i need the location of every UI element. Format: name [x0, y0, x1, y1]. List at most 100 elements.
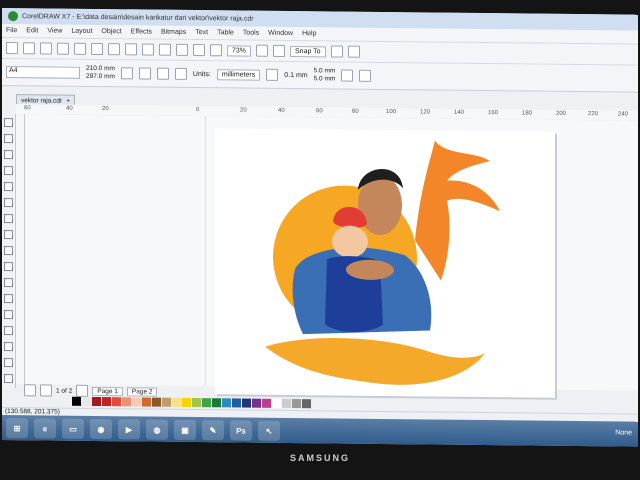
palette-swatch[interactable] [292, 399, 302, 409]
palette-swatch[interactable] [72, 396, 82, 406]
interactive-fill-tool-icon[interactable] [4, 358, 13, 368]
menu-file[interactable]: File [6, 27, 17, 34]
import-icon[interactable] [176, 43, 188, 56]
portrait-icon[interactable] [120, 67, 133, 80]
next-page-icon[interactable] [76, 384, 89, 397]
options-icon[interactable] [330, 45, 343, 58]
transparency-tool-icon[interactable] [4, 326, 13, 336]
save-icon[interactable] [40, 42, 52, 55]
palette-swatch[interactable] [212, 398, 222, 408]
menu-window[interactable]: Window [268, 30, 293, 37]
artistic-media-tool-icon[interactable] [4, 198, 13, 208]
snap-to-dropdown[interactable]: Snap To [290, 45, 326, 57]
palette-swatch[interactable] [202, 398, 212, 408]
crop-tool-icon[interactable] [4, 150, 13, 160]
cut-icon[interactable] [74, 42, 86, 55]
file-explorer-icon[interactable]: ▭ [62, 418, 84, 439]
text-tool-icon[interactable] [4, 262, 13, 272]
menu-edit[interactable]: Edit [26, 27, 38, 34]
palette-swatch[interactable] [132, 397, 142, 407]
duplicate-y-field[interactable]: 5.0 mm [314, 75, 336, 83]
pick-tool-icon[interactable] [4, 118, 13, 128]
add-tab-icon[interactable]: + [66, 97, 70, 104]
page-tab-1[interactable]: Page 1 [92, 386, 123, 396]
menu-view[interactable]: View [47, 27, 62, 34]
palette-swatch[interactable] [262, 398, 272, 408]
view-mode-icon[interactable] [273, 44, 286, 57]
shape-tool-icon[interactable] [4, 134, 13, 144]
palette-swatch[interactable] [102, 397, 112, 407]
chrome-icon[interactable]: ◉ [90, 418, 112, 440]
pointer-app-icon[interactable]: ↖ [258, 420, 280, 441]
internet-explorer-icon[interactable]: e [34, 418, 56, 439]
undo-icon[interactable] [125, 43, 137, 56]
palette-swatch[interactable] [232, 398, 242, 408]
palette-swatch[interactable] [82, 396, 92, 406]
page-tab-2[interactable]: Page 2 [126, 386, 158, 397]
paste-icon[interactable] [108, 43, 120, 56]
export-icon[interactable] [193, 44, 205, 57]
smart-fill-tool-icon[interactable] [4, 374, 13, 384]
menu-object[interactable]: Object [101, 28, 121, 35]
first-page-icon[interactable] [24, 384, 36, 397]
units-select[interactable]: millimeters [216, 68, 261, 81]
palette-swatch[interactable] [92, 396, 102, 407]
connector-tool-icon[interactable] [4, 294, 13, 304]
eyedropper-tool-icon[interactable] [4, 342, 13, 352]
ellipse-tool-icon[interactable] [4, 230, 13, 240]
palette-swatch[interactable] [302, 399, 312, 409]
menu-layout[interactable]: Layout [71, 28, 92, 35]
page-height-field[interactable]: 297.0 mm [86, 73, 115, 81]
palette-swatch[interactable] [272, 398, 282, 408]
menu-table[interactable]: Table [217, 29, 234, 36]
full-screen-icon[interactable] [256, 44, 269, 57]
current-page-icon[interactable] [174, 67, 187, 80]
paper-size-select[interactable]: A4 [6, 66, 80, 79]
palette-swatch[interactable] [152, 397, 162, 407]
open-icon[interactable] [23, 42, 35, 55]
windows-start-icon[interactable]: ⊞ [6, 418, 28, 439]
all-pages-icon[interactable] [156, 67, 169, 80]
redo-icon[interactable] [142, 43, 154, 56]
palette-swatch[interactable] [122, 397, 132, 407]
menu-effects[interactable]: Effects [131, 28, 152, 35]
nudge-distance-field[interactable]: 0.1 mm [284, 71, 307, 78]
menu-tools[interactable]: Tools [243, 30, 259, 37]
previous-page-icon[interactable] [40, 384, 52, 397]
search-icon[interactable] [159, 43, 171, 56]
media-player-icon[interactable]: ▶ [118, 419, 140, 440]
palette-swatch[interactable] [162, 397, 172, 407]
palette-swatch[interactable] [242, 398, 252, 408]
photoshop-icon[interactable]: Ps [230, 420, 252, 441]
menu-text[interactable]: Text [195, 29, 208, 36]
palette-swatch[interactable] [112, 397, 122, 407]
zoom-tool-icon[interactable] [4, 166, 13, 176]
menu-help[interactable]: Help [302, 30, 316, 37]
page-frame-icon[interactable] [341, 69, 354, 82]
publish-icon[interactable] [210, 44, 222, 57]
print-icon[interactable] [57, 42, 69, 55]
palette-swatch[interactable] [222, 398, 232, 408]
system-tray-text[interactable]: None [615, 429, 632, 436]
rectangle-tool-icon[interactable] [4, 214, 13, 224]
drawing-page[interactable] [215, 128, 555, 398]
drawing-canvas[interactable] [25, 114, 638, 398]
polygon-tool-icon[interactable] [4, 246, 13, 256]
drop-shadow-tool-icon[interactable] [4, 310, 13, 320]
duplicate-x-field[interactable]: 5.0 mm [314, 67, 336, 75]
palette-swatch[interactable] [182, 397, 192, 407]
palette-swatch[interactable] [142, 397, 152, 407]
menu-bitmaps[interactable]: Bitmaps [161, 29, 186, 36]
zoom-level-select[interactable]: 73% [227, 44, 252, 57]
freehand-tool-icon[interactable] [4, 182, 13, 192]
landscape-icon[interactable] [138, 67, 151, 80]
add-icon[interactable] [359, 69, 372, 82]
firefox-icon[interactable]: ◍ [146, 419, 168, 440]
palette-swatch[interactable] [252, 398, 262, 408]
caricature-artwork[interactable] [215, 128, 555, 398]
new-icon[interactable] [6, 42, 18, 55]
coreldraw-icon[interactable]: ✎ [202, 420, 224, 441]
palette-swatch[interactable] [192, 397, 202, 408]
image-viewer-icon[interactable]: ▣ [174, 419, 196, 441]
app-launcher-icon[interactable] [347, 45, 360, 58]
